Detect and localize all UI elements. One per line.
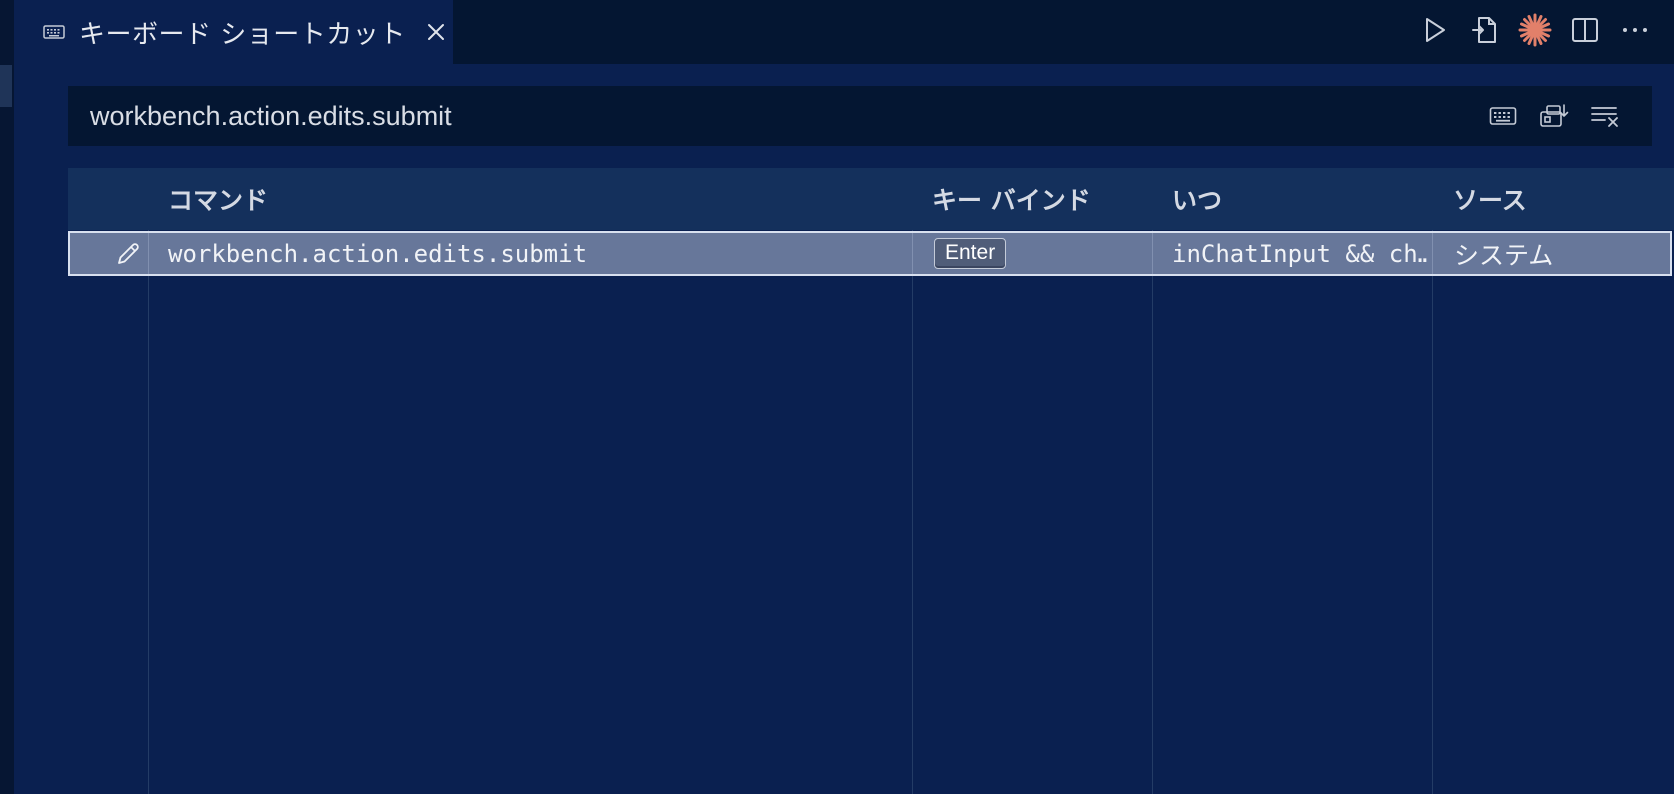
editor-tab-bar: キーボード ショートカット <box>14 0 1674 64</box>
edit-icon[interactable] <box>114 233 144 274</box>
cell-divider <box>1432 233 1433 274</box>
keyboard-icon <box>43 24 65 40</box>
keyboard-shortcuts-editor: キーボード ショートカット workbench.action.edits.sub… <box>0 0 1674 794</box>
run-icon[interactable] <box>1418 13 1452 47</box>
table-header: コマンド キー バインド いつ ソース <box>68 168 1674 230</box>
tab-keyboard-shortcuts[interactable]: キーボード ショートカット <box>14 0 453 64</box>
cell-divider <box>148 233 149 274</box>
tab-title: キーボード ショートカット <box>79 19 406 50</box>
keybinding-key: Enter <box>934 238 1007 269</box>
column-header-source[interactable]: ソース <box>1453 168 1527 230</box>
activity-marker <box>0 65 12 107</box>
keybinding-cell[interactable]: Enter <box>934 233 1134 274</box>
keybindings-table: コマンド キー バインド いつ ソース workbench.action.edi… <box>68 168 1674 794</box>
activity-strip <box>0 0 14 794</box>
assistant-burst-icon[interactable] <box>1518 13 1552 47</box>
split-editor-icon[interactable] <box>1568 13 1602 47</box>
editor-actions <box>1402 0 1674 60</box>
open-json-icon[interactable] <box>1468 13 1502 47</box>
search-tools <box>1467 101 1652 131</box>
source-cell: システム <box>1454 240 1554 270</box>
table-row[interactable]: workbench.action.edits.submit Enter inCh… <box>68 231 1672 276</box>
column-divider <box>912 230 913 794</box>
column-header-when[interactable]: いつ <box>1172 168 1222 230</box>
command-cell: workbench.action.edits.submit <box>168 239 588 268</box>
clear-input-icon[interactable] <box>1590 101 1620 131</box>
more-actions-icon[interactable] <box>1618 13 1652 47</box>
column-divider <box>1152 230 1153 794</box>
column-header-keybinding[interactable]: キー バインド <box>932 168 1091 230</box>
sort-by-precedence-icon[interactable] <box>1539 101 1569 131</box>
column-divider <box>1432 230 1433 794</box>
cell-divider <box>912 233 913 274</box>
column-header-command[interactable]: コマンド <box>168 168 268 230</box>
record-keys-icon[interactable] <box>1488 101 1518 131</box>
cell-divider <box>1152 233 1153 274</box>
search-box <box>68 85 1652 147</box>
column-divider <box>148 230 149 794</box>
search-input[interactable] <box>68 85 1467 147</box>
when-cell: inChatInput && ch… <box>1172 239 1428 268</box>
close-icon[interactable] <box>424 20 448 44</box>
